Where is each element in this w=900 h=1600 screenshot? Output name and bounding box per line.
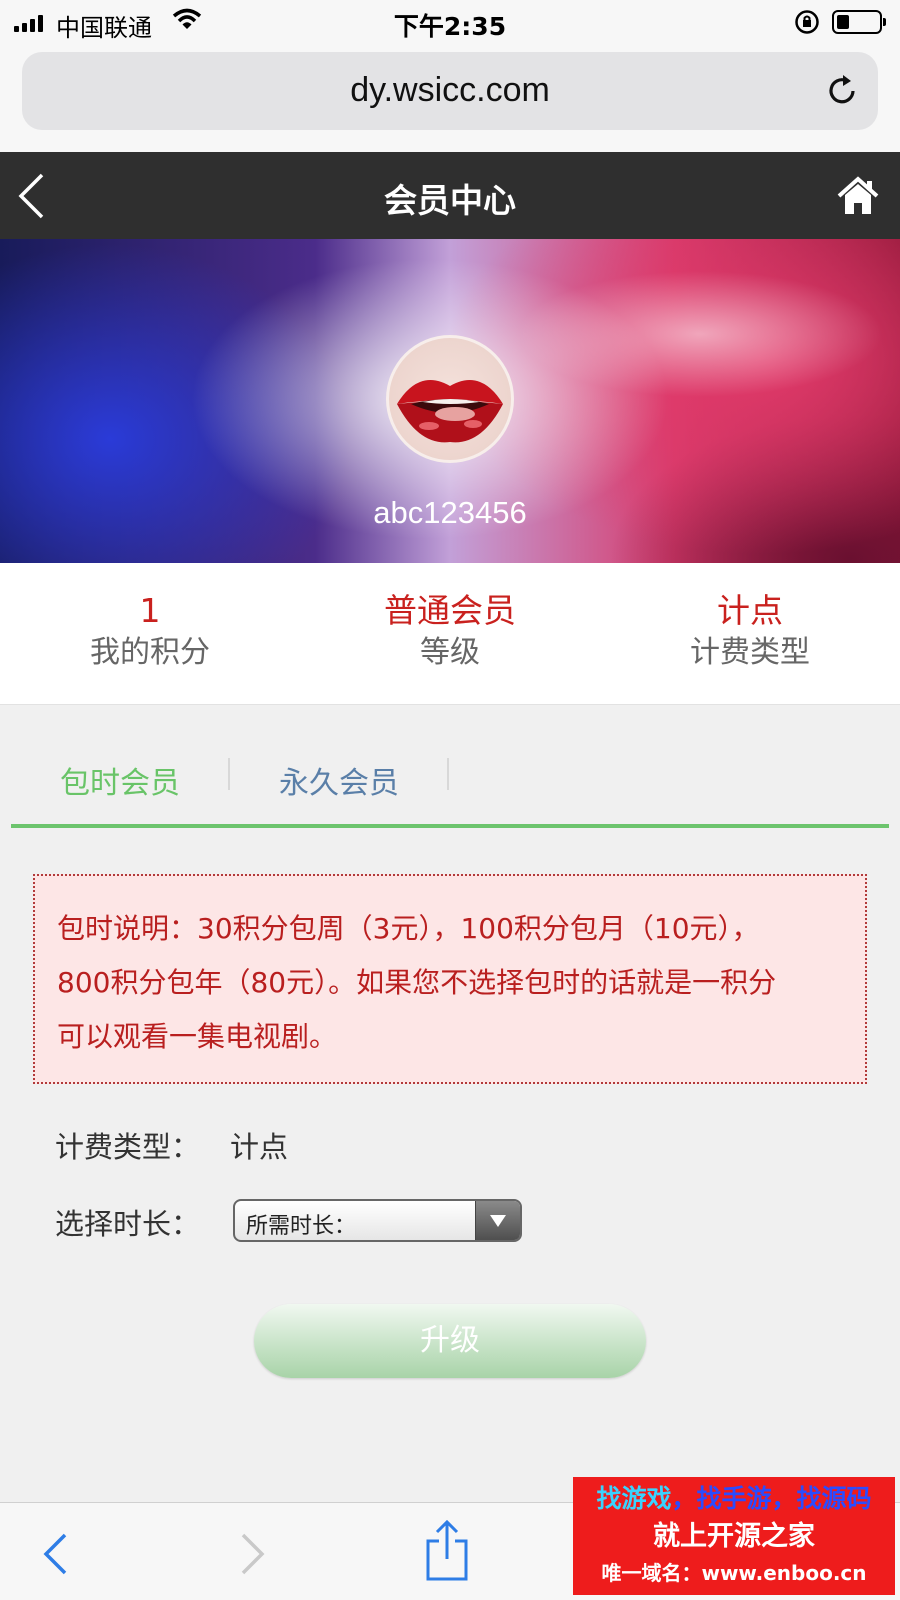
watermark-line-3: 唯一域名：www.enboo.cn	[601, 1561, 867, 1585]
watermark-line-1: 找游戏，找手游，找源码	[573, 1479, 895, 1519]
page-title: 会员中心	[384, 181, 516, 220]
membership-tabs: 包时会员 永久会员	[0, 740, 900, 830]
points-value: 1	[139, 591, 161, 630]
browser-forward-icon[interactable]	[238, 1531, 268, 1577]
browser-back-icon[interactable]	[40, 1531, 70, 1577]
home-icon[interactable]	[836, 176, 880, 216]
duration-select[interactable]: 所需时长：	[233, 1199, 522, 1242]
watermark-part-2: ，找手游，找源码	[671, 1484, 872, 1513]
tab-permanent-membership[interactable]: 永久会员	[279, 758, 399, 802]
tab-timed-membership[interactable]: 包时会员	[60, 758, 180, 802]
watermark-part-1: 找游戏	[596, 1484, 672, 1513]
duration-select-text: 所需时长：	[246, 1214, 357, 1239]
stat-billing-type: 计点 计费类型	[600, 591, 900, 675]
watermark-line-2: 就上开源之家	[653, 1521, 815, 1552]
stat-level: 普通会员 等级	[300, 591, 600, 675]
tab-underline	[11, 824, 889, 828]
status-bar: 中国联通 下午2:35	[0, 0, 900, 44]
billing-type-field-value: 计点	[230, 1130, 289, 1164]
site-watermark: 找游戏，找手游，找源码 就上开源之家 唯一域名：www.enboo.cn	[573, 1477, 895, 1595]
upgrade-button[interactable]: 升级	[254, 1304, 646, 1378]
battery-icon	[832, 10, 886, 34]
notice-line-1: 包时说明：30积分包周（3元），100积分包月（10元），	[57, 912, 760, 945]
status-time: 下午2:35	[393, 12, 507, 41]
browser-address-area: dy.wsicc.com	[0, 44, 900, 152]
page-header: 会员中心	[0, 152, 900, 239]
url-text: dy.wsicc.com	[350, 71, 550, 109]
tab-divider	[228, 758, 230, 790]
notice-line-3: 可以观看一集电视剧。	[57, 1020, 338, 1053]
member-stats: 1 我的积分 普通会员 等级 计点 计费类型	[0, 563, 900, 705]
address-bar[interactable]: dy.wsicc.com	[22, 52, 878, 130]
duration-field-label: 选择时长：	[55, 1207, 201, 1241]
rotation-lock-icon	[795, 10, 819, 34]
username: abc123456	[373, 495, 527, 530]
billing-type-field-label: 计费类型：	[55, 1130, 201, 1164]
billing-type-label: 计费类型	[690, 635, 810, 670]
dropdown-arrow-icon[interactable]	[475, 1201, 520, 1240]
points-label: 我的积分	[90, 635, 210, 670]
timed-membership-notice: 包时说明：30积分包周（3元），100积分包月（10元）， 800积分包年（80…	[33, 874, 867, 1084]
tab-divider	[447, 758, 449, 790]
level-label: 等级	[420, 635, 480, 670]
level-value: 普通会员	[384, 591, 516, 630]
profile-banner: abc123456	[0, 239, 900, 563]
reload-icon[interactable]	[824, 72, 860, 110]
share-icon[interactable]	[424, 1519, 470, 1583]
avatar[interactable]	[386, 335, 514, 463]
billing-type-value: 计点	[717, 591, 783, 630]
notice-line-2: 800积分包年（80元）。如果您不选择包时的话就是一积分	[57, 966, 777, 999]
stat-points: 1 我的积分	[0, 591, 300, 675]
lips-image	[397, 380, 503, 443]
